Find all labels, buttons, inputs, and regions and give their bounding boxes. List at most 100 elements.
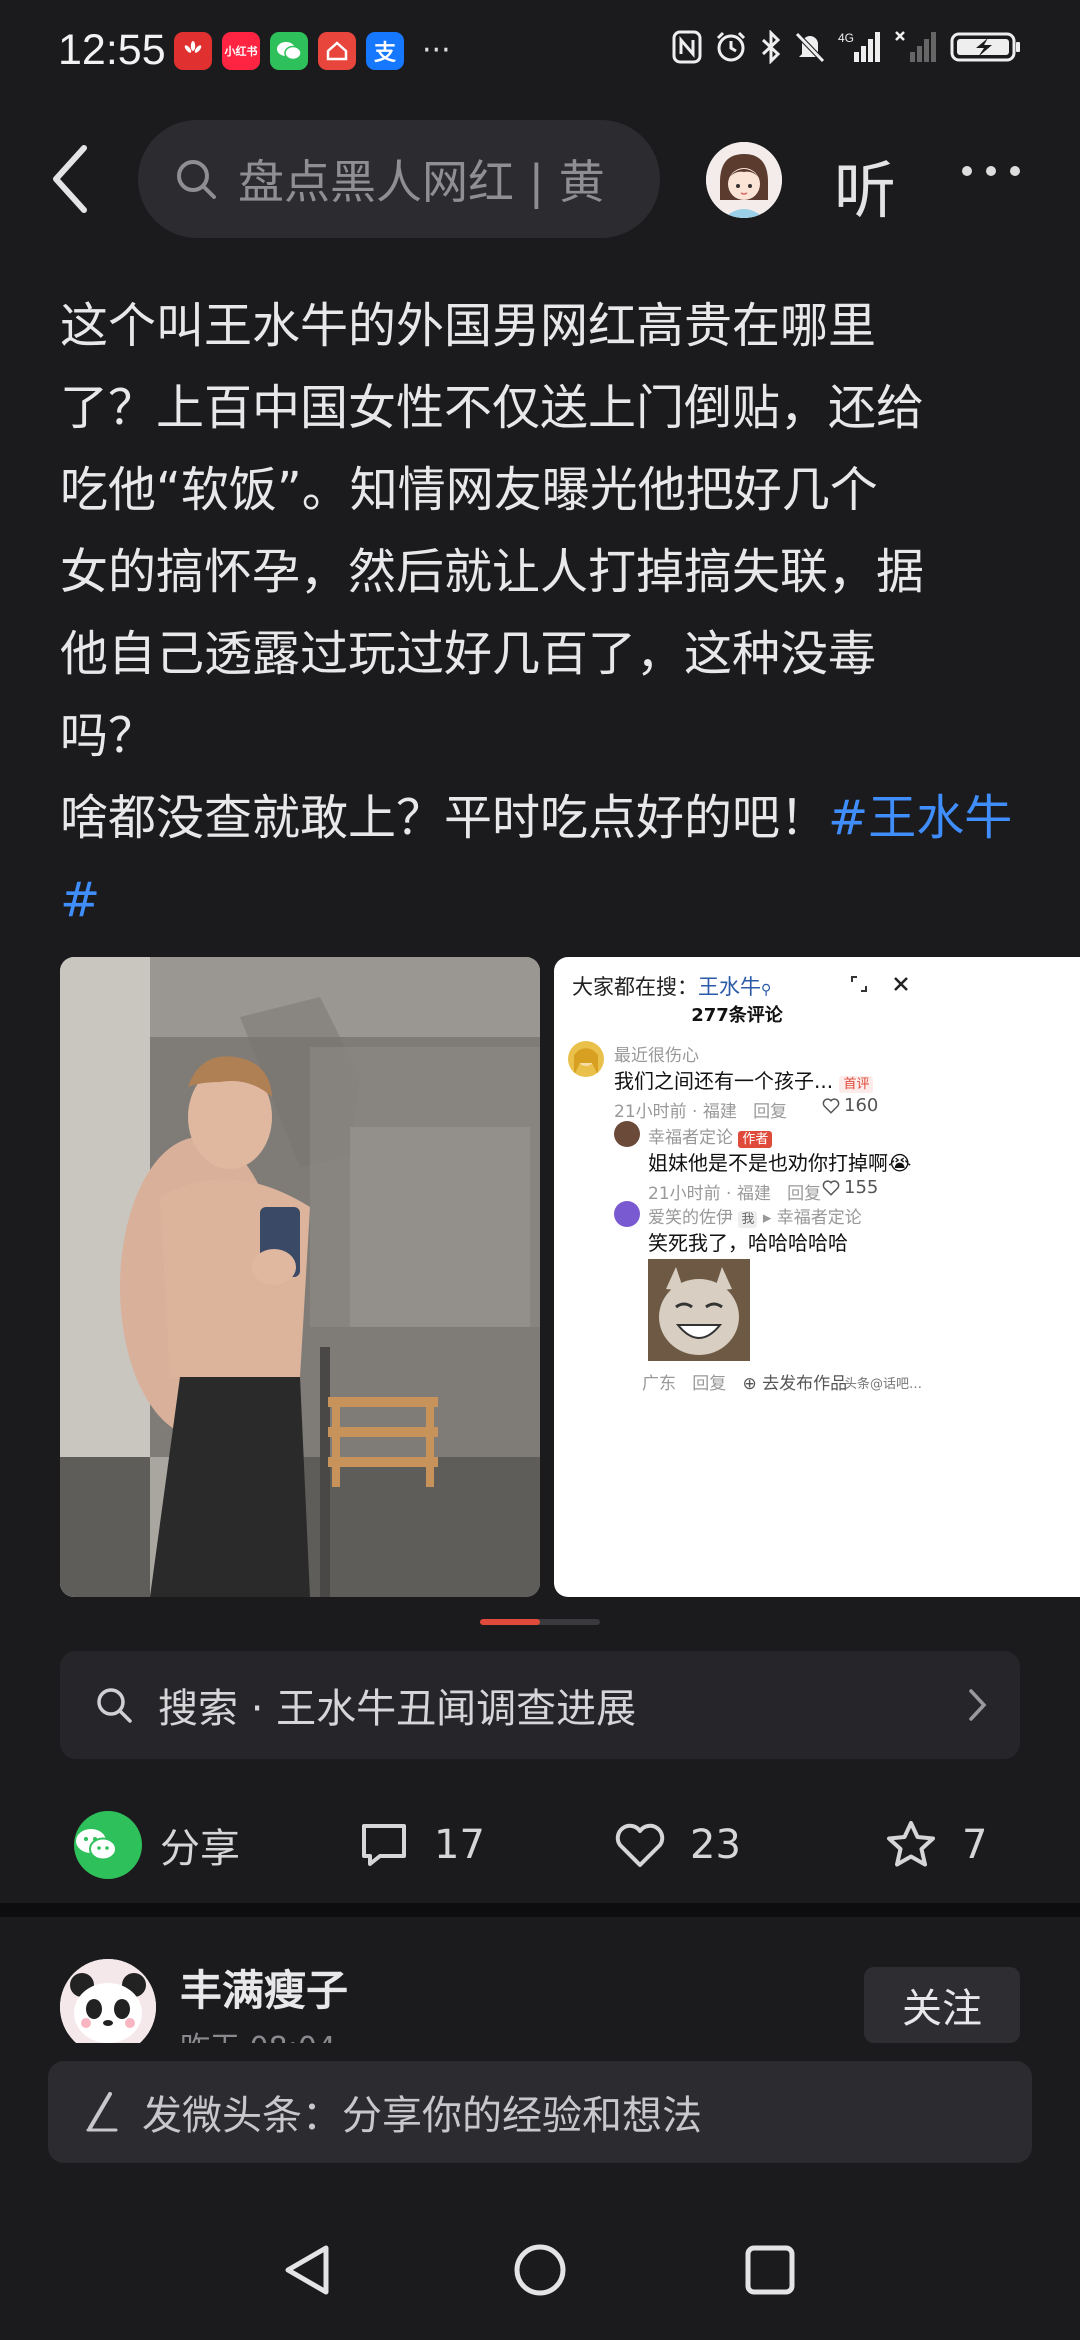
post-line: 女的搞怀孕，然后就让人打掉搞失联，据: [60, 544, 925, 600]
comment-body: 我们之间还有一个孩子...: [614, 1069, 834, 1093]
favorite-button[interactable]: 7: [884, 1790, 987, 1900]
post-line: 他自己透露过玩过好几百了，这种没毒: [60, 626, 877, 682]
bluetooth-icon: [761, 30, 781, 64]
back-arrow-icon: [53, 145, 87, 213]
close-icon: [894, 977, 908, 991]
comment-time: 21小时前 · 福建: [614, 1102, 737, 1122]
nfc-icon: [672, 30, 702, 64]
like-count-label: 23: [690, 1822, 741, 1868]
alarm-icon: [716, 31, 746, 62]
comment-avatar: [568, 1041, 604, 1077]
screenshot-search-row: 大家都在搜：王水牛⚲: [572, 971, 771, 1001]
reply-link[interactable]: 回复: [692, 1374, 726, 1394]
publish-link[interactable]: 去发布作品: [762, 1374, 847, 1394]
post-line: 吗？: [60, 708, 157, 764]
xiaohongshu-icon: 小红书: [222, 32, 260, 70]
back-button[interactable]: [50, 144, 100, 214]
comment-user: 最近很伤心: [614, 1046, 699, 1066]
notification-icons: 小红书 支 ···: [174, 32, 451, 70]
heart-small-icon: [822, 1097, 840, 1114]
heart-small-icon: [822, 1179, 840, 1196]
post-line: 吃他“软饭”。知情网友曝光他把好几个: [60, 462, 878, 518]
compose-bar[interactable]: 发微头条：分享你的经验和想法: [48, 2061, 1032, 2163]
reply-link[interactable]: 回复: [787, 1184, 821, 1204]
screenshot-search-prefix: 大家都在搜：: [572, 975, 698, 999]
reply-avatar: [614, 1121, 640, 1147]
reply-user-row: 爱笑的佐伊 我 ▸ 幸福者定论: [648, 1208, 862, 1228]
huawei-icon: [174, 32, 212, 70]
share-label: 分享: [160, 1826, 240, 1872]
image-gallery[interactable]: 大家都在搜：王水牛⚲ 277条评论 最近很伤心 我们之间还有一个孩子... 首评…: [60, 957, 1080, 1597]
reply-to-user: 幸福者定论: [776, 1208, 862, 1228]
clock: 12:55: [58, 26, 166, 74]
post-line-last: 啥都没查就敢上？平时吃点好的吧！#王水牛#: [60, 777, 1020, 941]
nav-back-icon[interactable]: [282, 2242, 332, 2298]
mirror-selfie-photo[interactable]: [60, 957, 540, 1597]
comment-meta: 21小时前 · 福建 回复: [614, 1097, 787, 1122]
like-button[interactable]: 23: [614, 1790, 741, 1900]
heart-icon: [615, 1823, 665, 1867]
author-badge: 作者: [738, 1131, 773, 1148]
home-app-icon: [318, 32, 356, 70]
reply-user-row: 幸福者定论 作者: [648, 1123, 773, 1148]
post-time: 昨天 08:04: [180, 2023, 336, 2043]
comment-count-label: 17: [434, 1822, 485, 1868]
comments-screenshot[interactable]: 大家都在搜：王水牛⚲ 277条评论 最近很伤心 我们之间还有一个孩子... 首评…: [554, 957, 1080, 1597]
system-nav-bar: [0, 2190, 1080, 2340]
user-avatar[interactable]: [706, 142, 782, 218]
battery-charging-icon: [950, 32, 1020, 62]
search-icon: [177, 160, 216, 199]
search-query-text: 盘点黑人网红 | 黄: [238, 155, 605, 209]
nav-recents-icon[interactable]: [744, 2242, 796, 2298]
author-name[interactable]: 丰满瘦子: [180, 1957, 348, 2018]
reply-text: 笑死我了，哈哈哈哈哈: [648, 1231, 848, 1255]
top-bar: 盘点黑人网红 | 黄 听: [0, 114, 1080, 244]
reply-meta: 21小时前 · 福建 回复: [648, 1179, 821, 1204]
like-count: 155: [844, 1177, 879, 1198]
system-icons: 4G: [672, 30, 1022, 64]
share-button[interactable]: 分享: [74, 1790, 240, 1900]
mute-icon: [795, 32, 825, 63]
reply-link[interactable]: 回复: [753, 1102, 787, 1122]
signal-4g-icon: 4G: [838, 31, 880, 62]
reply-likes[interactable]: 155: [822, 1177, 878, 1198]
search-icon: [97, 1688, 132, 1723]
alipay-icon: 支: [366, 32, 404, 70]
watermark: 头条@话吧…: [844, 1377, 923, 1392]
comment-likes[interactable]: 160: [822, 1095, 878, 1116]
status-bar: 12:55 小红书 支 ··· 4G: [0, 0, 1080, 104]
chevron-right-icon: [969, 1689, 987, 1721]
avatar-girl-icon: [706, 142, 782, 218]
nav-home-icon[interactable]: [512, 2242, 568, 2298]
reply-user: 幸福者定论: [648, 1128, 733, 1148]
related-search-card[interactable]: 搜索 · 王水牛丑闻调查进展: [60, 1651, 1020, 1759]
laughing-cat-sticker: [648, 1259, 750, 1361]
search-bar[interactable]: 盘点黑人网红 | 黄: [138, 120, 660, 238]
reply-user: 爱笑的佐伊: [648, 1208, 733, 1228]
reply-time: 21小时前 · 福建: [648, 1184, 771, 1204]
search-small-icon: ⚲: [761, 982, 772, 998]
selfie-image: [60, 957, 540, 1597]
reply-location: 广东: [642, 1374, 676, 1394]
like-count: 160: [844, 1095, 879, 1116]
comment-button[interactable]: 17: [358, 1790, 485, 1900]
action-bar: 分享 17 23 7: [0, 1790, 1080, 1900]
follow-button[interactable]: 关注: [864, 1967, 1020, 2043]
section-divider: [0, 1903, 1080, 1917]
more-options-button[interactable]: [962, 166, 1020, 176]
author-row: 丰满瘦子 昨天 08:04 关注: [0, 1917, 1080, 2043]
author-avatar[interactable]: [60, 1959, 156, 2043]
gallery-indicator-active: [480, 1619, 540, 1625]
compose-placeholder: 发微头条：分享你的经验和想法: [142, 2093, 702, 2139]
panda-avatar-icon: [60, 1959, 156, 2043]
expand-icon: [851, 976, 867, 992]
post-line: 了？上百中国女性不仅送上门倒贴，还给: [60, 380, 925, 436]
post-content: 这个叫王水牛的外国男网红高贵在哪里 了？上百中国女性不仅送上门倒贴，还给 吃他“…: [60, 285, 1020, 941]
comment-count: 277条评论: [691, 1005, 783, 1026]
related-search-text: 搜索 · 王水牛丑闻调查进展: [158, 1686, 637, 1732]
reply-text: 姐妹他是不是也劝你打掉啊😭: [648, 1151, 912, 1175]
reply-meta: 广东 回复 ⊕ 去发布作品: [642, 1374, 848, 1394]
signal-no-service-icon: [895, 31, 936, 62]
post-line: 这个叫王水牛的外国男网红高贵在哪里: [60, 298, 877, 354]
listen-button[interactable]: 听: [834, 140, 896, 230]
